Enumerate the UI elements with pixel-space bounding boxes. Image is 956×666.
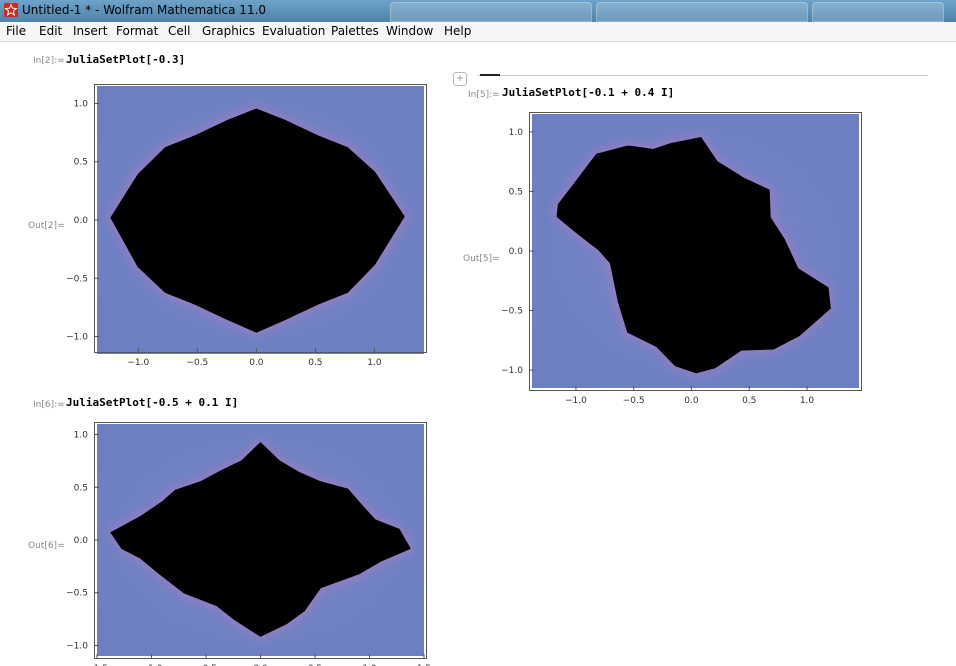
input-code[interactable]: JuliaSetPlot[-0.5 + 0.1 I] [66,396,238,409]
y-tick-label: 0.0 [509,247,524,257]
menu-palettes[interactable]: Palettes [331,24,379,38]
y-tick-label: 0.5 [74,483,88,493]
y-tick-label: 1.0 [74,99,89,109]
mathematica-icon [4,3,18,17]
y-tick-label: −1.0 [501,366,523,376]
x-tick-label: 0.5 [308,358,322,368]
y-tick-label: −0.5 [66,589,88,599]
menu-help[interactable]: Help [444,24,471,38]
x-tick-label: 0.0 [684,396,699,406]
background-tab [812,2,944,22]
x-tick-label: −1.0 [565,396,587,406]
y-tick-label: 0.0 [74,216,89,226]
julia-set-plot[interactable]: −1.0 −0.5 0.0 0.5 1.0 −1.0 −0.5 0.0 0.5 1.0 [60,80,430,375]
y-tick-label: 0.5 [509,187,523,197]
menu-file[interactable]: File [6,24,26,38]
input-code[interactable]: JuliaSetPlot[-0.3] [66,53,185,66]
menu-window[interactable]: Window [386,24,433,38]
julia-set-plot[interactable]: −1.0 −0.5 0.0 0.5 1.0 −1.0 −0.5 0.0 0.5 1.0 [495,108,865,408]
menu-edit[interactable]: Edit [39,24,62,38]
title-bar[interactable]: Untitled-1 * - Wolfram Mathematica 11.0 [0,0,956,22]
x-tick-label: −0.5 [623,396,645,406]
menu-bar: File Edit Insert Format Cell Graphics Ev… [0,22,956,42]
input-code[interactable]: JuliaSetPlot[-0.1 + 0.4 I] [502,86,674,99]
text-cursor [480,74,500,76]
background-tab [596,2,808,22]
x-tick-label: −1.0 [127,358,149,368]
input-label: In[6]:= [33,400,65,410]
y-tick-label: −0.5 [66,274,88,284]
input-label: In[5]:= [468,90,500,100]
y-tick-label: 1.0 [509,128,524,138]
x-tick-label: 0.0 [249,358,264,368]
x-tick-label: 1.0 [367,358,382,368]
menu-evaluation[interactable]: Evaluation [262,24,325,38]
y-tick-label: 1.0 [74,431,89,441]
cell-insertion-line [478,75,928,76]
window-title: Untitled-1 * - Wolfram Mathematica 11.0 [22,3,267,17]
y-tick-label: −1.0 [66,641,88,651]
x-tick-label: 0.5 [742,396,756,406]
background-tab [390,2,592,22]
cell-insertion-point[interactable]: + [453,72,467,86]
input-label: In[2]:= [33,56,65,66]
y-tick-label: 0.5 [74,158,88,168]
y-tick-label: 0.0 [74,536,89,546]
menu-format[interactable]: Format [116,24,158,38]
menu-insert[interactable]: Insert [73,24,107,38]
x-tick-label: 1.0 [800,396,815,406]
menu-graphics[interactable]: Graphics [202,24,255,38]
x-tick-label: −0.5 [186,358,208,368]
menu-cell[interactable]: Cell [168,24,190,38]
y-tick-label: −1.0 [66,333,88,343]
julia-set-plot[interactable]: −1.5−1.0−0.50.00.51.01.5−1.0−0.50.00.51.… [60,416,430,666]
y-tick-label: −0.5 [501,307,523,317]
